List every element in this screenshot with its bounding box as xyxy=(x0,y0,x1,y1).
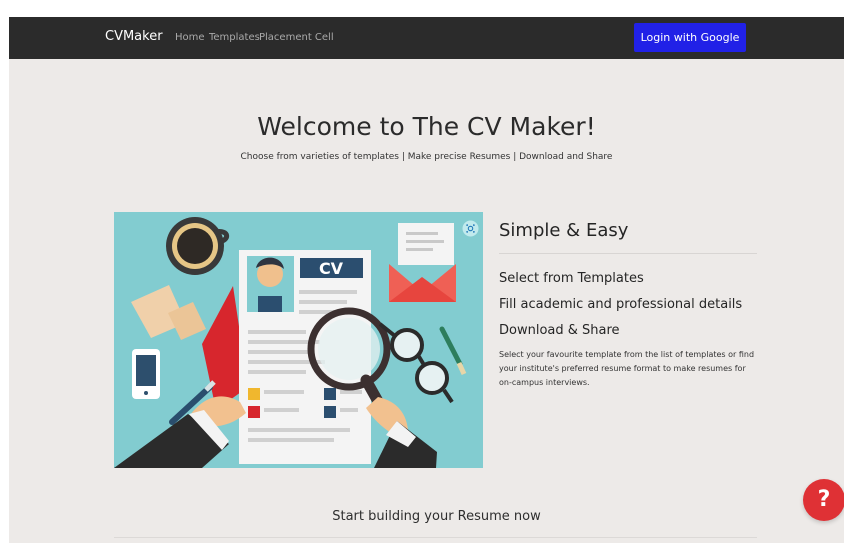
feature-divider xyxy=(499,253,757,254)
feature-description: Select your favourite template from the … xyxy=(499,350,755,387)
feature-item-select-templates: Select from Templates xyxy=(499,271,644,286)
page-title: Welcome to The CV Maker! xyxy=(257,112,596,141)
envelope xyxy=(389,223,456,302)
capture-icon[interactable] xyxy=(462,220,479,237)
nav-link-templates[interactable]: Templates xyxy=(209,31,260,44)
login-with-google-button[interactable]: Login with Google xyxy=(634,23,746,52)
nav-link-home[interactable]: Home xyxy=(175,31,205,44)
feature-item-fill-details: Fill academic and professional details xyxy=(499,297,743,312)
brand-logo[interactable]: CVMaker xyxy=(105,29,163,45)
start-building-text: Start building your Resume now xyxy=(332,509,541,524)
resume-illustration: CV xyxy=(114,212,483,468)
cv-label: CV xyxy=(319,259,344,278)
feature-title: Simple & Easy xyxy=(499,220,629,241)
page-subtitle: Choose from varieties of templates | Mak… xyxy=(240,152,613,162)
help-button[interactable]: ? xyxy=(803,479,844,521)
feature-item-download-share: Download & Share xyxy=(499,323,620,338)
section-divider xyxy=(114,537,757,538)
resume-review-illustration: CV xyxy=(114,212,483,468)
help-icon: ? xyxy=(817,487,831,512)
page: CVMaker Home Templates Placement Cell Lo… xyxy=(9,17,844,543)
top-navigation-bar: CVMaker Home Templates Placement Cell Lo… xyxy=(9,17,844,59)
nav-link-placement-cell[interactable]: Placement Cell xyxy=(259,31,334,44)
